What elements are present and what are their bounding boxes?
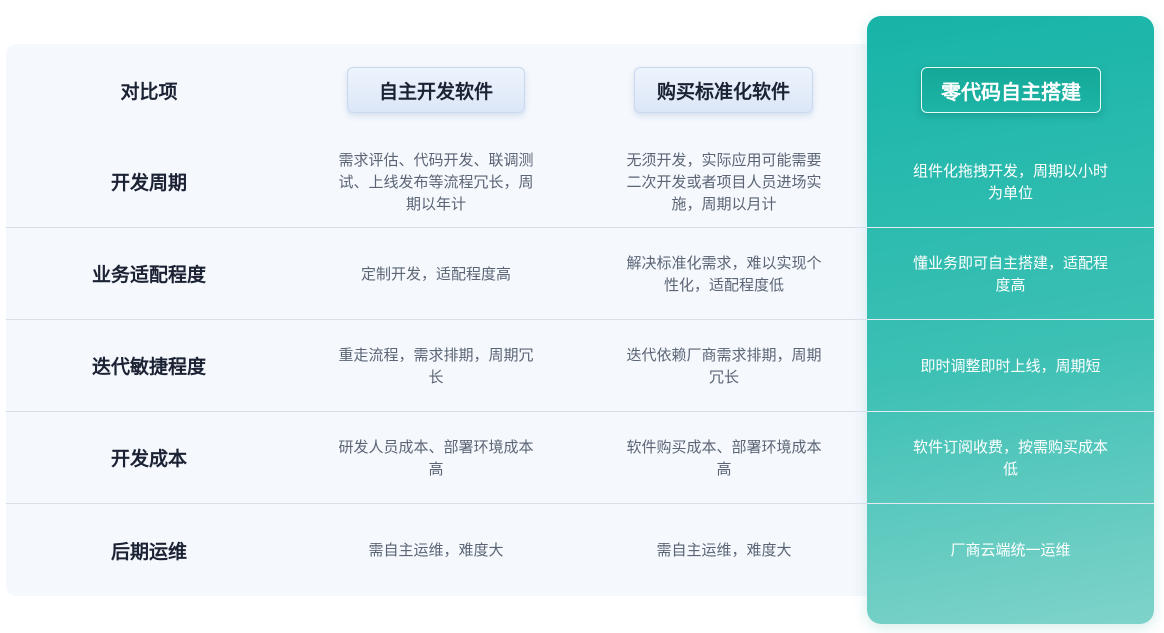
- row-label-maintenance: 后期运维: [110, 540, 187, 563]
- row-label-business-fit: 业务适配程度: [91, 264, 206, 286]
- row-label-iteration-agility: 迭代敏捷程度: [91, 356, 206, 378]
- cell-zero-code-dev-cycle: 组件化拖拽开发，周期以小时为单位: [912, 161, 1108, 202]
- cell-self-dev-business-fit: 定制开发，适配程度高: [360, 264, 511, 283]
- cell-standard-business-fit: 解决标准化需求，难以实现个性化，适配程度低: [626, 253, 822, 294]
- cell-self-dev-dev-cycle: 需求评估、代码开发、联调测试、上线发布等流程冗长，周期以年计: [338, 150, 534, 213]
- cell-self-dev-dev-cost: 研发人员成本、部署环境成本高: [338, 437, 534, 478]
- cell-zero-code-maintenance: 厂商云端统一运维: [950, 541, 1071, 559]
- cell-standard-iteration-agility: 迭代依赖厂商需求排期，周期冗长: [626, 345, 822, 386]
- header-label-comparison-item: 对比项: [120, 80, 178, 103]
- cell-self-dev-maintenance: 需自主运维，难度大: [368, 541, 504, 559]
- cell-zero-code-dev-cost: 软件订阅收费，按需购买成本低: [912, 437, 1108, 478]
- cell-zero-code-iteration-agility: 即时调整即时上线，周期短: [920, 356, 1101, 375]
- header-zero-code-building: 零代码自主搭建: [921, 67, 1101, 113]
- header-self-developed-software: 自主开发软件: [347, 67, 525, 113]
- row-label-dev-cost: 开发成本: [110, 448, 187, 470]
- row-label-dev-cycle: 开发周期: [110, 172, 187, 194]
- cell-self-dev-iteration-agility: 重走流程，需求排期，周期冗长: [338, 345, 534, 386]
- cell-standard-dev-cycle: 无须开发，实际应用可能需要二次开发或者项目人员进场实施，周期以月计: [626, 150, 822, 213]
- header-standard-software: 购买标准化软件: [634, 67, 813, 113]
- cell-standard-dev-cost: 软件购买成本、部署环境成本高: [626, 437, 822, 478]
- cell-zero-code-business-fit: 懂业务即可自主搭建，适配程度高: [912, 253, 1108, 294]
- cell-standard-maintenance: 需自主运维，难度大: [656, 541, 792, 559]
